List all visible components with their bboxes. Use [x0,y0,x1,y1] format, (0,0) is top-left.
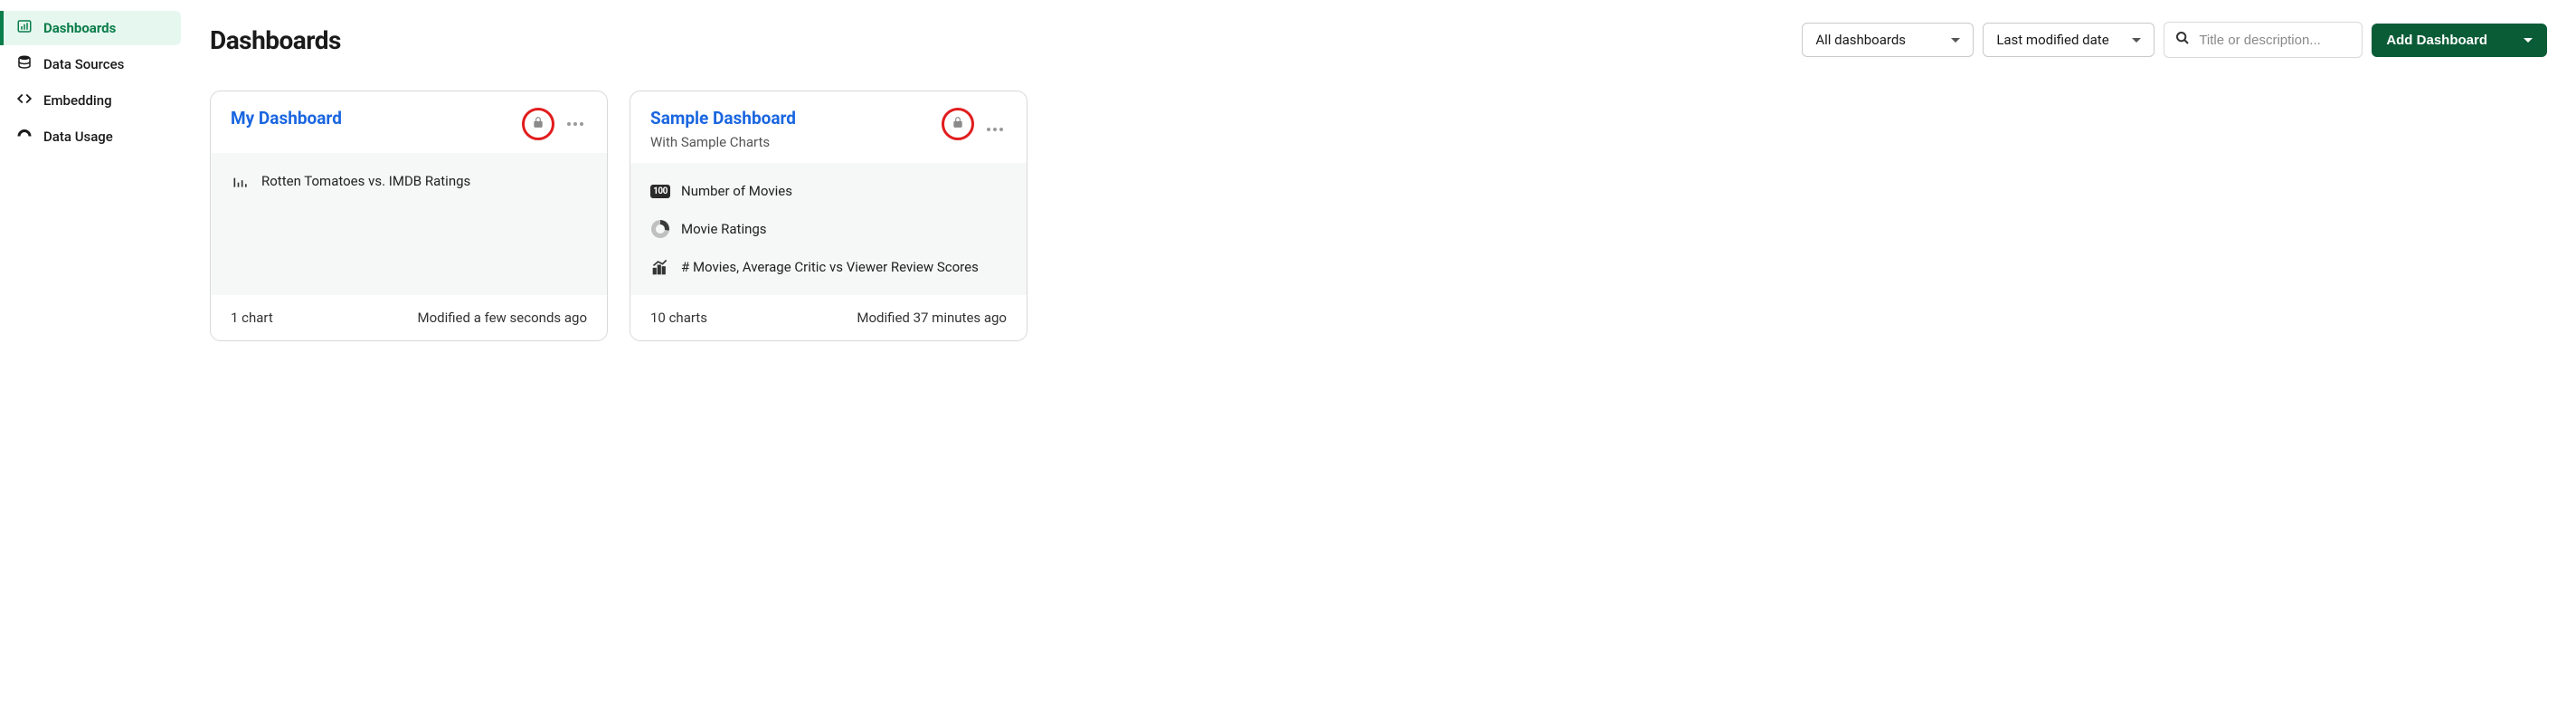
card-more-menu[interactable] [983,120,1007,138]
page-title: Dashboards [210,25,1793,55]
combo-chart-icon [650,257,670,277]
sidebar-item-data-usage[interactable]: Data Usage [0,119,181,154]
search-icon [2175,31,2190,49]
database-icon [16,54,33,74]
sidebar-item-label: Embedding [43,92,112,109]
chevron-down-icon [1951,38,1960,43]
lock-indicator[interactable] [942,108,974,140]
sidebar-item-label: Data Usage [43,129,113,145]
card-foot: 10 charts Modified 37 minutes ago [630,295,1027,340]
main-content: Dashboards All dashboards Last modified … [181,0,2576,706]
modified-text: Modified a few seconds ago [417,310,587,326]
card-content-row[interactable]: # Movies, Average Critic vs Viewer Revie… [630,248,1027,286]
card-body: Rotten Tomatoes vs. IMDB Ratings [211,153,607,295]
sidebar: Dashboards Data Sources Embedding Data U… [0,0,181,706]
card-content-row[interactable]: Rotten Tomatoes vs. IMDB Ratings [211,162,607,200]
card-body: 100 Number of Movies Movie Ratings # Mov… [630,163,1027,295]
dashboard-cards: My Dashboard Rotten Tomatoes vs. [210,91,2547,341]
sidebar-item-label: Dashboards [43,20,116,36]
card-content-row[interactable]: 100 Number of Movies [630,172,1027,210]
card-head: Sample Dashboard With Sample Charts [630,91,1027,163]
gauge-icon [16,127,33,147]
card-more-menu[interactable] [564,115,587,133]
page-header: Dashboards All dashboards Last modified … [210,22,2547,58]
search-input[interactable] [2197,32,2351,49]
chevron-down-icon [2524,38,2533,43]
sidebar-item-embedding[interactable]: Embedding [0,83,181,118]
lock-indicator[interactable] [522,108,554,140]
card-title[interactable]: My Dashboard [231,108,513,129]
bar-chart-icon [231,171,251,191]
content-label: Movie Ratings [681,221,767,237]
add-button-label: Add Dashboard [2386,33,2487,48]
chart-count: 10 charts [650,310,707,326]
sidebar-item-label: Data Sources [43,56,124,72]
code-icon [16,91,33,110]
modified-text: Modified 37 minutes ago [857,310,1007,326]
content-label: # Movies, Average Critic vs Viewer Revie… [681,259,979,275]
sort-label: Last modified date [1996,32,2108,48]
donut-chart-icon [650,219,670,239]
content-label: Rotten Tomatoes vs. IMDB Ratings [261,173,470,189]
dashboard-card: My Dashboard Rotten Tomatoes vs. [210,91,608,341]
sort-dropdown[interactable]: Last modified date [1983,23,2155,57]
filter-dropdown[interactable]: All dashboards [1802,23,1974,57]
content-label: Number of Movies [681,183,792,199]
lock-icon [952,116,964,132]
sidebar-item-dashboards[interactable]: Dashboards [0,11,181,45]
chart-count: 1 chart [231,310,273,326]
card-foot: 1 chart Modified a few seconds ago [211,295,607,340]
chevron-down-icon [2132,38,2141,43]
search-box[interactable] [2164,22,2363,58]
card-content-row[interactable]: Movie Ratings [630,210,1027,248]
card-title[interactable]: Sample Dashboard [650,108,933,129]
filter-label: All dashboards [1815,32,1906,48]
add-dashboard-button[interactable]: Add Dashboard [2372,24,2547,57]
bar-chart-icon [16,18,33,38]
dashboard-card: Sample Dashboard With Sample Charts 100 … [630,91,1028,341]
lock-icon [532,116,545,132]
metric-icon: 100 [650,181,670,201]
card-subtitle: With Sample Charts [650,134,933,150]
card-head: My Dashboard [211,91,607,153]
sidebar-item-data-sources[interactable]: Data Sources [0,47,181,81]
